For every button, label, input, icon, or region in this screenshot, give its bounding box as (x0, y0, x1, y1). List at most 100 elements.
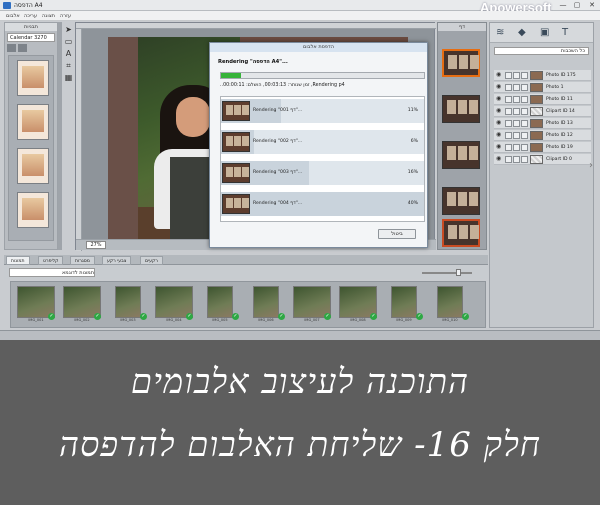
thumb-size-slider[interactable] (422, 272, 472, 274)
text-icon[interactable]: A (64, 49, 73, 58)
layer-row[interactable]: ◉ Clipart ID 0 (494, 154, 591, 165)
layer-option-checkbox[interactable] (521, 108, 528, 115)
layer-option-checkbox[interactable] (513, 84, 520, 91)
lock-checkbox[interactable] (505, 84, 512, 91)
lock-checkbox[interactable] (505, 156, 512, 163)
eye-icon[interactable]: ◉ (496, 95, 501, 102)
layer-option-checkbox[interactable] (513, 120, 520, 127)
tab-backgrounds[interactable]: רקעים (140, 256, 163, 265)
templates-dropdown[interactable]: Calendar 3270 (7, 33, 55, 42)
layer-option-checkbox[interactable] (521, 132, 528, 139)
eye-icon[interactable]: ◉ (496, 71, 501, 78)
page-thumb[interactable] (442, 49, 480, 77)
layer-option-checkbox[interactable] (513, 108, 520, 115)
eye-icon[interactable]: ◉ (496, 119, 501, 126)
eye-icon[interactable]: ◉ (496, 155, 501, 162)
photo-thumb[interactable]: IMG_003 ✓ (109, 286, 147, 324)
layer-option-checkbox[interactable] (513, 132, 520, 139)
render-item-progress (221, 192, 424, 216)
layer-option-checkbox[interactable] (521, 156, 528, 163)
photo-thumb[interactable]: IMG_002 ✓ (63, 286, 101, 324)
tab-photos[interactable]: תמונות (6, 256, 30, 265)
objects-icon[interactable]: ◆ (518, 27, 526, 39)
layer-option-checkbox[interactable] (513, 144, 520, 151)
tab-background-colors[interactable]: צבעי רקע (102, 256, 132, 265)
layers-icon[interactable]: ≋ (496, 27, 504, 39)
photo-thumb[interactable]: IMG_009 ✓ (385, 286, 423, 324)
layer-option-checkbox[interactable] (521, 96, 528, 103)
page-thumb[interactable] (442, 95, 480, 123)
zoom-field[interactable]: 27% (86, 241, 106, 249)
layer-row[interactable]: ◉ Photo 1 (494, 82, 591, 93)
menu-item-edit[interactable]: עריכה (24, 11, 37, 21)
menu-item-view[interactable]: תצוגה (42, 11, 55, 21)
pointer-icon[interactable]: ➤ (64, 25, 73, 34)
layer-row[interactable]: ◉ Clipart ID 14 (494, 106, 591, 117)
photo-thumb[interactable]: IMG_007 ✓ (293, 286, 331, 324)
minimize-button[interactable]: — (556, 0, 570, 10)
render-item-thumb (222, 101, 250, 121)
tab-clipart[interactable]: קליפרט (38, 256, 64, 265)
photo-thumb[interactable]: IMG_004 ✓ (155, 286, 193, 324)
page-thumb[interactable] (442, 187, 480, 215)
layer-option-checkbox[interactable] (521, 72, 528, 79)
layer-option-checkbox[interactable] (521, 144, 528, 151)
layer-option-checkbox[interactable] (513, 156, 520, 163)
layer-name: Photo ID 19 (546, 145, 573, 150)
lock-checkbox[interactable] (505, 144, 512, 151)
layer-option-checkbox[interactable] (521, 120, 528, 127)
photo-thumb[interactable]: IMG_005 ✓ (201, 286, 239, 324)
layer-option-checkbox[interactable] (513, 96, 520, 103)
chevron-right-icon[interactable]: › (589, 160, 593, 171)
eye-icon[interactable]: ◉ (496, 131, 501, 138)
tab-frames[interactable]: מסגרות (70, 256, 95, 265)
layer-row[interactable]: ◉ Photo ID 12 (494, 130, 591, 141)
photo-thumb[interactable]: IMG_006 ✓ (247, 286, 285, 324)
template-thumb[interactable] (17, 192, 49, 228)
render-item-label: Rendering "003 דף"... (253, 170, 303, 175)
layer-option-checkbox[interactable] (513, 72, 520, 79)
slider-handle[interactable] (456, 269, 461, 276)
menu-item-help[interactable]: עזרה (60, 11, 71, 21)
template-thumbnails (8, 55, 54, 241)
template-thumb[interactable] (17, 104, 49, 140)
layer-thumb (530, 155, 543, 164)
layer-option-checkbox[interactable] (521, 84, 528, 91)
frame-icon[interactable]: ▭ (64, 37, 73, 46)
image-tab-icon[interactable]: ▣ (540, 27, 549, 39)
menu-item-album[interactable]: אלבום (6, 11, 20, 21)
lock-checkbox[interactable] (505, 132, 512, 139)
folder-icon[interactable] (7, 44, 16, 52)
template-thumb[interactable] (17, 148, 49, 184)
layer-row[interactable]: ◉ Photo ID 13 (494, 118, 591, 129)
caption-line-1: התוכנה לעיצוב אלבומים (130, 362, 470, 402)
grid-icon[interactable]: ▦ (64, 73, 73, 82)
cancel-button[interactable]: ביטול (378, 229, 416, 239)
page-thumb[interactable] (442, 141, 480, 169)
layer-row[interactable]: ◉ Photo ID 11 (494, 94, 591, 105)
photo-thumb[interactable]: IMG_001 ✓ (17, 286, 55, 324)
maximize-button[interactable]: ▢ (570, 0, 584, 10)
eye-icon[interactable]: ◉ (496, 83, 501, 90)
page-thumb[interactable] (442, 219, 480, 247)
library-toolbar: תמונות לדוגמא (4, 266, 488, 279)
photo-folder-dropdown[interactable]: תמונות לדוגמא (9, 268, 95, 277)
layer-thumb (530, 83, 543, 92)
eye-icon[interactable]: ◉ (496, 107, 501, 114)
close-button[interactable]: ✕ (585, 0, 599, 10)
layer-thumb (530, 71, 543, 80)
lock-checkbox[interactable] (505, 120, 512, 127)
lock-checkbox[interactable] (505, 108, 512, 115)
layer-row[interactable]: ◉ Photo ID 175 (494, 70, 591, 81)
layers-filter-dropdown[interactable]: כל השכבות (494, 47, 589, 55)
add-icon[interactable] (18, 44, 27, 52)
template-thumb[interactable] (17, 60, 49, 96)
layer-row[interactable]: ◉ Photo ID 19 (494, 142, 591, 153)
lock-checkbox[interactable] (505, 96, 512, 103)
text-tab-icon[interactable]: T (562, 27, 568, 39)
crop-icon[interactable]: ⌗ (64, 61, 73, 70)
photo-thumb[interactable]: IMG_008 ✓ (339, 286, 377, 324)
photo-thumb[interactable]: IMG_010 ✓ (431, 286, 469, 324)
lock-checkbox[interactable] (505, 72, 512, 79)
eye-icon[interactable]: ◉ (496, 143, 501, 150)
